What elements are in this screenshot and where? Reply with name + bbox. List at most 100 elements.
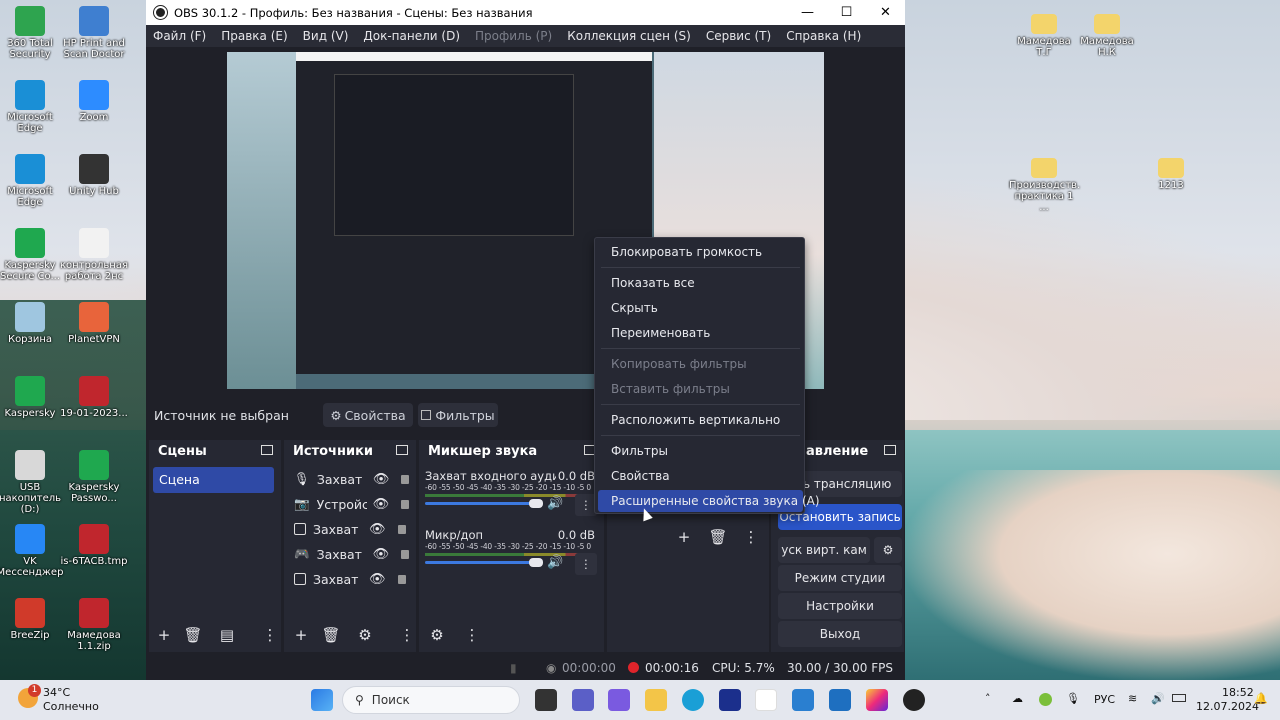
visibility-eye-icon[interactable]: 👁 xyxy=(373,547,390,562)
desktop-icon[interactable]: контрольная работа 2нс xyxy=(59,228,129,282)
volume-slider[interactable] xyxy=(425,502,535,505)
desktop-icon[interactable]: 19-01-2023... xyxy=(59,376,129,419)
source-item[interactable]: Захват ок 👁 xyxy=(294,519,414,539)
properties-button[interactable]: ⚙ Свойства xyxy=(323,403,413,427)
desktop-folder[interactable]: Производств. практика 1 ... xyxy=(1009,152,1080,213)
exit-button[interactable]: Выход xyxy=(778,621,902,647)
edge-icon[interactable] xyxy=(682,689,704,711)
desktop-icon[interactable]: BreeZip xyxy=(0,598,65,641)
file-explorer-icon[interactable] xyxy=(645,689,667,711)
settings-button[interactable]: Настройки xyxy=(778,593,902,619)
menu-item-rename[interactable]: Переименовать xyxy=(611,326,710,340)
studio-mode-button[interactable]: Режим студии xyxy=(778,565,902,591)
menu-item-hide[interactable]: Скрыть xyxy=(611,301,658,315)
visibility-eye-icon[interactable]: 👁 xyxy=(369,572,386,587)
lock-icon[interactable] xyxy=(401,474,410,484)
taskbar-search[interactable]: ⚲ Поиск xyxy=(342,686,520,714)
desktop-icon[interactable]: USB накопитель (D:) xyxy=(0,450,65,515)
language-indicator[interactable]: РУС xyxy=(1094,693,1115,706)
menu-help[interactable]: Справка (H) xyxy=(779,29,869,43)
source-properties-button[interactable]: ⚙ xyxy=(354,624,376,646)
copilot-icon[interactable] xyxy=(608,689,630,711)
wifi-icon[interactable]: ≋ xyxy=(1128,692,1137,705)
store-icon[interactable] xyxy=(829,689,851,711)
menu-profile[interactable]: Профиль (P) xyxy=(468,29,560,43)
desktop-icon[interactable]: VK Мессенджер xyxy=(0,524,65,578)
menu-item-advanced-audio[interactable]: Расширенные свойства звука (A) xyxy=(611,494,820,508)
l-app-icon[interactable] xyxy=(719,689,741,711)
lock-icon[interactable] xyxy=(401,499,410,509)
clock-date[interactable]: 12.07.2024 xyxy=(1196,700,1259,713)
instagram-icon[interactable] xyxy=(866,689,888,711)
app-icon[interactable] xyxy=(792,689,814,711)
virtual-camera-settings-button[interactable]: ⚙ xyxy=(874,537,902,563)
menu-item-copy-filters[interactable]: Копировать фильтры xyxy=(611,357,747,371)
cloud-icon[interactable]: ☁ xyxy=(1012,692,1023,705)
menu-item-paste-filters[interactable]: Вставить фильтры xyxy=(611,382,730,396)
undock-icon[interactable] xyxy=(396,445,408,455)
transition-menu-button[interactable]: ⋮ xyxy=(740,526,762,548)
tray-app-icon[interactable] xyxy=(1039,693,1052,706)
lock-icon[interactable] xyxy=(401,549,410,559)
desktop-icon[interactable]: Корзина xyxy=(0,302,65,345)
source-item[interactable]: Захват эк 👁 xyxy=(294,569,414,589)
lock-icon[interactable] xyxy=(397,574,406,584)
menu-item-filters[interactable]: Фильтры xyxy=(611,444,668,458)
clock-time[interactable]: 18:52 xyxy=(1222,686,1254,699)
add-transition-button[interactable]: + xyxy=(673,526,695,548)
start-button-windows-icon[interactable] xyxy=(311,689,333,711)
visibility-eye-icon[interactable]: 👁 xyxy=(373,497,390,512)
undock-icon[interactable] xyxy=(884,445,896,455)
minimize-button[interactable]: — xyxy=(788,5,827,20)
desktop-icon[interactable]: 360 Total Security xyxy=(0,6,65,60)
desktop-icon[interactable]: Мамедова 1.1.zip xyxy=(59,598,129,652)
scene-item[interactable]: Сцена xyxy=(153,467,274,493)
desktop-icon[interactable]: Microsoft Edge xyxy=(0,80,65,134)
task-view-icon[interactable] xyxy=(535,689,557,711)
lock-icon[interactable] xyxy=(397,524,406,534)
desktop-icon[interactable]: PlanetVPN xyxy=(59,302,129,345)
menu-item-lock-volume[interactable]: Блокировать громкость xyxy=(611,245,762,259)
desktop-icon[interactable]: Unity Hub xyxy=(59,154,129,197)
remove-scene-button[interactable]: 🗑 xyxy=(182,624,204,646)
menu-file[interactable]: Файл (F) xyxy=(146,29,214,43)
menu-item-properties[interactable]: Свойства xyxy=(611,469,670,483)
speaker-icon[interactable]: 🔊 xyxy=(547,555,563,570)
desktop-icon[interactable]: is-6TACB.tmp xyxy=(59,524,129,567)
scene-filters-button[interactable]: ▤ xyxy=(216,624,238,646)
menu-edit[interactable]: Правка (E) xyxy=(214,29,295,43)
weather-desc[interactable]: Солнечно xyxy=(43,700,99,713)
close-button[interactable]: ✕ xyxy=(866,5,905,20)
battery-icon[interactable] xyxy=(1172,694,1186,702)
remove-source-button[interactable]: 🗑 xyxy=(320,624,342,646)
desktop-folder[interactable]: Мамедова Н.К xyxy=(1072,8,1142,58)
speaker-icon[interactable]: 🔊 xyxy=(547,496,563,511)
advanced-audio-button[interactable]: ⚙ xyxy=(426,624,448,646)
visibility-eye-icon[interactable]: 👁 xyxy=(373,472,390,487)
volume-slider-handle[interactable] xyxy=(529,499,543,508)
menu-view[interactable]: Вид (V) xyxy=(296,29,357,43)
start-virtual-camera-button[interactable]: уск вирт. кам xyxy=(778,537,870,563)
channel-menu-button[interactable]: ⋮ xyxy=(575,553,597,575)
desktop-icon[interactable]: Microsoft Edge xyxy=(0,154,65,208)
desktop-folder[interactable]: 1213 xyxy=(1136,152,1206,191)
remove-transition-button[interactable]: 🗑 xyxy=(707,526,729,548)
desktop-icon[interactable]: Kaspersky Passwo... xyxy=(59,450,129,504)
source-item[interactable]: 🎙 Захват вх 👁 xyxy=(294,469,414,489)
obs-taskbar-icon[interactable] xyxy=(903,689,925,711)
visibility-eye-icon[interactable]: 👁 xyxy=(369,522,386,537)
scene-menu-button[interactable]: ⋮ xyxy=(259,624,281,646)
source-item[interactable]: 🎮 Захват иг 👁 xyxy=(294,544,414,564)
microphone-tray-icon[interactable]: 🎙 xyxy=(1066,692,1080,705)
teams-icon[interactable] xyxy=(572,689,594,711)
undock-icon[interactable] xyxy=(261,445,273,455)
desktop-icon[interactable]: Kaspersky Secure Co... xyxy=(0,228,65,282)
maximize-button[interactable]: ☐ xyxy=(827,5,866,20)
notifications-icon[interactable]: 🔔 xyxy=(1254,692,1268,705)
source-menu-button[interactable]: ⋮ xyxy=(396,624,418,646)
source-item[interactable]: 📷 Устройст 👁 xyxy=(294,494,414,514)
desktop-icon[interactable]: HP Print and Scan Doctor xyxy=(59,6,129,60)
weather-temp[interactable]: 34°C xyxy=(43,686,70,699)
volume-slider[interactable] xyxy=(425,561,535,564)
add-source-button[interactable]: + xyxy=(290,624,312,646)
